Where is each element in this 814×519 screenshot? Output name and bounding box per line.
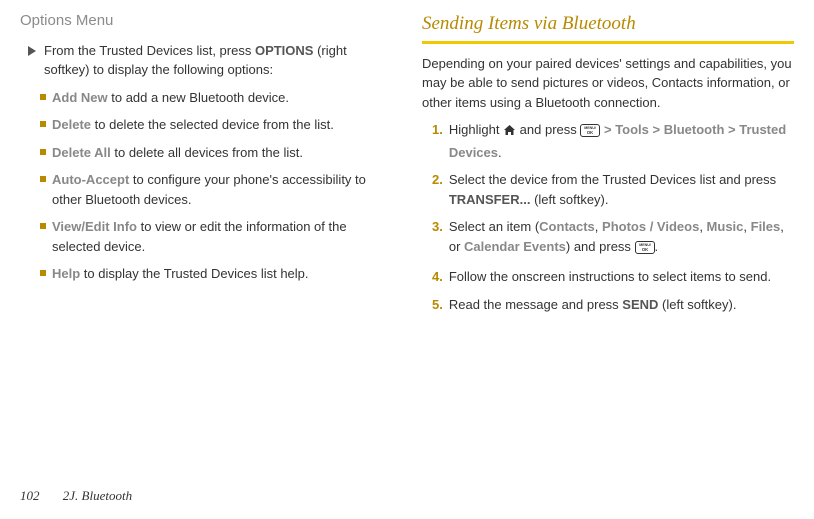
step2-text-a: Select the device from the Trusted Devic… (449, 172, 776, 187)
intro-block: From the Trusted Devices list, press OPT… (28, 41, 392, 80)
option-text: to delete the selected device from the l… (91, 117, 334, 132)
option-auto-accept: Auto-Accept to configure your phone's ac… (40, 170, 392, 209)
sep: , (595, 219, 602, 234)
step-2: 2. Select the device from the Trusted De… (432, 170, 794, 209)
nav-tools: Tools (615, 122, 649, 137)
step1-dot: . (498, 145, 502, 160)
step-4: 4. Follow the onscreen instructions to s… (432, 267, 794, 287)
option-label: Auto-Accept (52, 172, 129, 187)
step-number: 5. (432, 295, 443, 315)
option-text: to display the Trusted Devices list help… (80, 266, 308, 281)
intro-text-a: From the Trusted Devices list, press (44, 43, 255, 58)
svg-text:OK: OK (587, 130, 593, 135)
square-bullet-icon (40, 270, 46, 276)
option-help: Help to display the Trusted Devices list… (40, 264, 392, 284)
step3-text-b: ) and press (566, 239, 635, 254)
send-label: SEND (622, 297, 658, 312)
sep: , (743, 219, 750, 234)
transfer-label: TRANSFER... (449, 192, 531, 207)
sep: , (699, 219, 706, 234)
nav-sep: > (649, 122, 664, 137)
step-1: 1. Highlight and press MENU/OK > Tools >… (432, 120, 794, 162)
section-intro: Depending on your paired devices' settin… (422, 54, 794, 113)
option-delete-all: Delete All to delete all devices from th… (40, 143, 392, 163)
square-bullet-icon (40, 223, 46, 229)
item-files: Files (751, 219, 781, 234)
step2-text-b: (left softkey). (530, 192, 608, 207)
page-number: 102 (20, 488, 40, 503)
menu-ok-key-icon: MENU/OK (580, 123, 600, 143)
step-number: 2. (432, 170, 443, 209)
option-label: Help (52, 266, 80, 281)
option-label: View/Edit Info (52, 219, 137, 234)
option-text: to add a new Bluetooth device. (108, 90, 289, 105)
option-label: Delete All (52, 145, 111, 160)
left-column: Options Menu From the Trusted Devices li… (20, 10, 392, 322)
step5-text-b: (left softkey). (658, 297, 736, 312)
option-label: Delete (52, 117, 91, 132)
nav-bluetooth: Bluetooth (664, 122, 725, 137)
square-bullet-icon (40, 176, 46, 182)
square-bullet-icon (40, 149, 46, 155)
step1-text-b: and press (516, 122, 580, 137)
step-5: 5. Read the message and press SEND (left… (432, 295, 794, 315)
right-column: Sending Items via Bluetooth Depending on… (422, 10, 794, 322)
sending-items-heading: Sending Items via Bluetooth (422, 10, 794, 39)
item-calendar-events: Calendar Events (464, 239, 566, 254)
square-bullet-icon (40, 94, 46, 100)
nav-sep: > (600, 122, 615, 137)
svg-text:OK: OK (641, 247, 647, 252)
option-text: to delete all devices from the list. (111, 145, 303, 160)
options-label: OPTIONS (255, 43, 314, 58)
option-view-edit: View/Edit Info to view or edit the infor… (40, 217, 392, 256)
option-label: Add New (52, 90, 108, 105)
step-3: 3. Select an item (Contacts, Photos / Vi… (432, 217, 794, 259)
home-icon (503, 122, 516, 142)
triangle-bullet-icon (28, 46, 36, 56)
heading-divider (422, 41, 794, 44)
step3-dot: . (655, 239, 659, 254)
nav-sep: > (724, 122, 739, 137)
option-delete: Delete to delete the selected device fro… (40, 115, 392, 135)
step-number: 3. (432, 217, 443, 259)
step-number: 1. (432, 120, 443, 162)
step4-text: Follow the onscreen instructions to sele… (449, 267, 794, 287)
page-footer: 102 2J. Bluetooth (20, 486, 132, 506)
footer-section: 2J. Bluetooth (63, 488, 132, 503)
option-add-new: Add New to add a new Bluetooth device. (40, 88, 392, 108)
step1-text-a: Highlight (449, 122, 503, 137)
step-number: 4. (432, 267, 443, 287)
step3-text-a: Select an item ( (449, 219, 539, 234)
square-bullet-icon (40, 121, 46, 127)
item-photos-videos: Photos / Videos (602, 219, 699, 234)
menu-ok-key-icon: MENU/OK (635, 240, 655, 260)
step5-text-a: Read the message and press (449, 297, 622, 312)
options-menu-heading: Options Menu (20, 10, 392, 33)
item-music: Music (707, 219, 744, 234)
item-contacts: Contacts (539, 219, 595, 234)
